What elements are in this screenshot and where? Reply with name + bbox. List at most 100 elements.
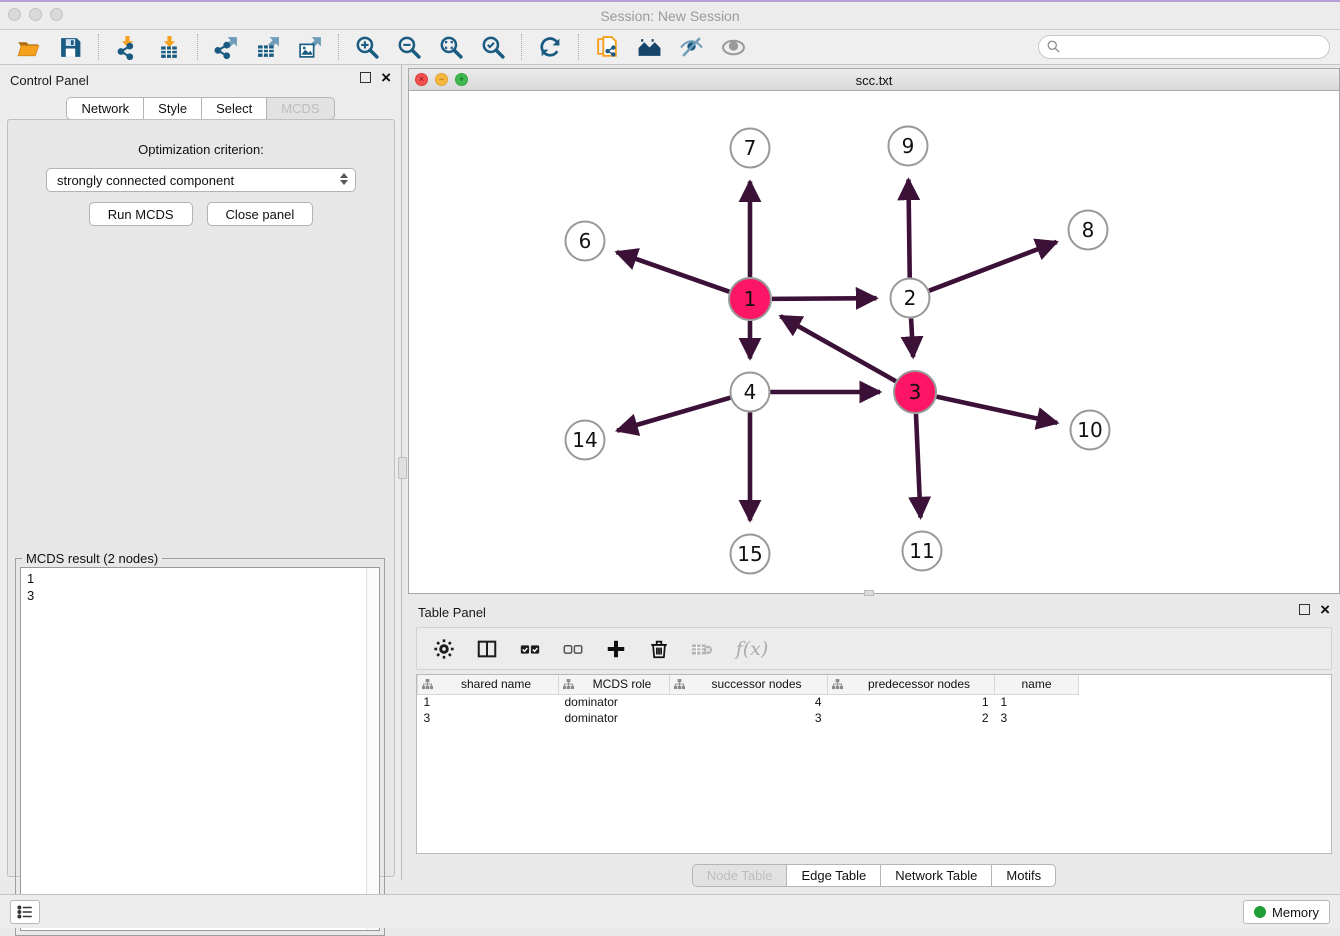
control-panel-tabs: NetworkStyleSelectMCDS	[66, 97, 334, 120]
column-header-predecessor-nodes[interactable]: predecessor nodes	[828, 675, 995, 694]
graph-node-label-9: 9	[902, 134, 915, 158]
table-cell[interactable]: 1	[828, 694, 995, 710]
run-mcds-button[interactable]: Run MCDS	[89, 202, 193, 226]
zoom-fit-button[interactable]	[433, 33, 469, 61]
table-tab-edge-table[interactable]: Edge Table	[786, 864, 880, 887]
refresh-view-button[interactable]	[532, 33, 568, 61]
graph-node-label-14: 14	[572, 428, 597, 452]
table-settings-button[interactable]	[431, 636, 457, 662]
table-cell[interactable]: 1	[995, 694, 1079, 710]
network-canvas[interactable]: 7968124314101511	[409, 91, 1339, 593]
tab-mcds[interactable]: MCDS	[266, 97, 334, 120]
new-network-from-selection-button[interactable]	[589, 33, 625, 61]
table-cell[interactable]: 4	[670, 694, 828, 710]
tab-select[interactable]: Select	[201, 97, 266, 120]
toolbar-separator	[98, 34, 99, 60]
graph-node-label-7: 7	[744, 136, 757, 160]
mcds-panel: Optimization criterion: strongly connect…	[7, 119, 395, 877]
horizontal-splitter-handle[interactable]	[864, 590, 874, 596]
toolbar-group	[589, 33, 751, 61]
table-row[interactable]: 3dominator323	[418, 710, 1079, 726]
main-toolbar	[0, 30, 1340, 65]
table-panel-title: Table Panel	[418, 605, 486, 620]
float-table-panel-icon[interactable]	[1299, 604, 1310, 615]
mcds-result-list[interactable]: 13	[20, 567, 380, 931]
mcds-result-item: 3	[27, 587, 379, 604]
node-table-container: shared nameMCDS rolesuccessor nodesprede…	[416, 674, 1332, 854]
edge-3-1[interactable]	[780, 316, 895, 381]
delete-entry-button[interactable]	[646, 636, 672, 662]
export-image-button[interactable]	[292, 33, 328, 61]
column-header-shared-name[interactable]: shared name	[418, 675, 559, 694]
memory-status-icon	[1254, 906, 1266, 918]
table-cell[interactable]: 3	[995, 710, 1079, 726]
add-entry-button[interactable]	[603, 636, 629, 662]
search-input[interactable]	[1038, 35, 1330, 59]
tab-network[interactable]: Network	[66, 97, 143, 120]
column-header-successor-nodes[interactable]: successor nodes	[670, 675, 828, 694]
first-neighbors-button[interactable]	[631, 33, 667, 61]
edge-1-2[interactable]	[772, 298, 877, 299]
column-tree-icon	[832, 679, 843, 690]
graph-node-label-15: 15	[737, 542, 762, 566]
zoom-selected-button[interactable]	[475, 33, 511, 61]
network-view-titlebar[interactable]: × − + scc.txt	[409, 69, 1339, 91]
export-network-icon	[214, 35, 239, 60]
save-session-button[interactable]	[52, 33, 88, 61]
edge-2-8[interactable]	[929, 242, 1057, 291]
close-panel-icon[interactable]: ×	[381, 72, 391, 83]
hide-selected-button[interactable]	[673, 33, 709, 61]
toolbar-group	[349, 33, 511, 61]
optimization-criterion-select[interactable]: strongly connected component	[46, 168, 356, 192]
toolbar-separator	[197, 34, 198, 60]
memory-button[interactable]: Memory	[1243, 900, 1330, 924]
zoom-fit-icon	[439, 35, 464, 60]
edge-2-3[interactable]	[911, 318, 913, 357]
import-table-button[interactable]	[151, 33, 187, 61]
table-tabs: Node TableEdge TableNetwork TableMotifs	[692, 864, 1056, 887]
edge-3-11[interactable]	[916, 414, 921, 518]
column-header-MCDS-role[interactable]: MCDS role	[559, 675, 670, 694]
export-network-button[interactable]	[208, 33, 244, 61]
deselect-all-checks-button[interactable]	[560, 636, 586, 662]
table-cell[interactable]: 1	[418, 694, 559, 710]
table-cell[interactable]: dominator	[559, 710, 670, 726]
table-cell[interactable]: 3	[670, 710, 828, 726]
open-session-button[interactable]	[10, 33, 46, 61]
table-cell[interactable]: 3	[418, 710, 559, 726]
zoom-in-button[interactable]	[349, 33, 385, 61]
table-row[interactable]: 1dominator411	[418, 694, 1079, 710]
hide-selected-icon	[679, 35, 704, 60]
table-tab-network-table[interactable]: Network Table	[880, 864, 991, 887]
edge-2-9[interactable]	[908, 179, 909, 277]
select-all-checks-button[interactable]	[517, 636, 543, 662]
column-header-name[interactable]: name	[995, 675, 1079, 694]
delete-table-button	[689, 636, 715, 662]
optimization-criterion-label: Optimization criterion:	[8, 142, 394, 157]
import-network-button[interactable]	[109, 33, 145, 61]
vertical-splitter-handle[interactable]	[398, 457, 407, 479]
zoom-out-button[interactable]	[391, 33, 427, 61]
table-tab-node-table[interactable]: Node Table	[692, 864, 787, 887]
tab-style[interactable]: Style	[143, 97, 201, 120]
show-all-button[interactable]	[715, 33, 751, 61]
table-cell[interactable]: dominator	[559, 694, 670, 710]
optimization-criterion-value: strongly connected component	[57, 173, 234, 188]
column-tree-icon	[422, 679, 433, 690]
edge-1-6[interactable]	[617, 252, 730, 292]
result-scrollbar[interactable]	[366, 568, 379, 930]
table-cell[interactable]: 2	[828, 710, 995, 726]
graph-node-label-8: 8	[1082, 218, 1095, 242]
close-table-panel-icon[interactable]: ×	[1320, 604, 1330, 615]
table-panel-header: Table Panel ×	[408, 597, 1340, 627]
toolbar-separator	[578, 34, 579, 60]
float-panel-icon[interactable]	[360, 72, 371, 83]
task-history-button[interactable]	[10, 900, 40, 924]
edge-4-14[interactable]	[617, 398, 730, 431]
edge-3-10[interactable]	[936, 397, 1057, 423]
toggle-columns-button[interactable]	[474, 636, 500, 662]
close-panel-button[interactable]: Close panel	[207, 202, 314, 226]
table-tab-motifs[interactable]: Motifs	[991, 864, 1056, 887]
export-table-button[interactable]	[250, 33, 286, 61]
toolbar-group	[532, 33, 568, 61]
